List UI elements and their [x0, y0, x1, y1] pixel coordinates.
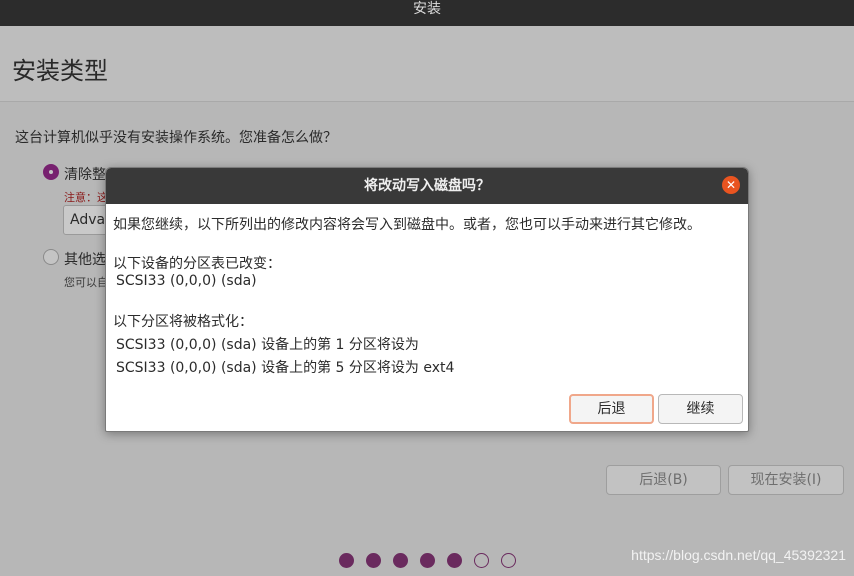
dialog-back-button[interactable]: 后退 [569, 394, 654, 424]
progress-dot-6 [474, 553, 489, 568]
partition-table-device: SCSI33 (0,0,0) (sda) [116, 273, 257, 289]
page-title: 安装类型 [12, 57, 108, 85]
erase-disk-radio[interactable] [43, 164, 59, 180]
something-else-radio[interactable] [43, 249, 59, 265]
format-item-1: SCSI33 (0,0,0) (sda) 设备上的第 1 分区将设为 [116, 337, 419, 353]
dialog-continue-button[interactable]: 继续 [658, 394, 743, 424]
format-header: 以下分区将被格式化： [113, 314, 253, 330]
progress-dot-3 [393, 553, 408, 568]
progress-dot-4 [420, 553, 435, 568]
write-changes-dialog: 将改动写入磁盘吗？ ✕ 如果您继续，以下所列出的修改内容将会写入到磁盘中。或者，… [105, 167, 749, 432]
watermark: https://blog.csdn.net/qq_45392321 [631, 547, 846, 563]
something-else-label[interactable]: 其他选 [64, 249, 106, 269]
format-item-2: SCSI33 (0,0,0) (sda) 设备上的第 5 分区将设为 ext4 [116, 360, 455, 376]
dialog-header: 将改动写入磁盘吗？ ✕ [106, 168, 748, 204]
install-now-button[interactable]: 现在安装(I) [728, 465, 844, 495]
window-titlebar: 安装 [0, 0, 854, 26]
close-icon[interactable]: ✕ [722, 176, 740, 194]
progress-dot-2 [366, 553, 381, 568]
erase-disk-label[interactable]: 清除整 [64, 164, 106, 184]
erase-disk-warning: 注意：这 [64, 191, 108, 204]
page-header: 安装类型 [0, 26, 854, 102]
progress-dot-1 [339, 553, 354, 568]
something-else-description: 您可以自 [64, 276, 108, 289]
window-title: 安装 [413, 1, 441, 17]
dialog-title: 将改动写入磁盘吗？ [364, 178, 490, 194]
dialog-intro: 如果您继续，以下所列出的修改内容将会写入到磁盘中。或者，您也可以手动来进行其它修… [113, 217, 701, 233]
progress-dot-7 [501, 553, 516, 568]
back-button[interactable]: 后退(B) [606, 465, 721, 495]
progress-dot-5 [447, 553, 462, 568]
partition-table-header: 以下设备的分区表已改变： [113, 256, 281, 272]
install-question: 这台计算机似乎没有安装操作系统。您准备怎么做？ [15, 130, 337, 146]
